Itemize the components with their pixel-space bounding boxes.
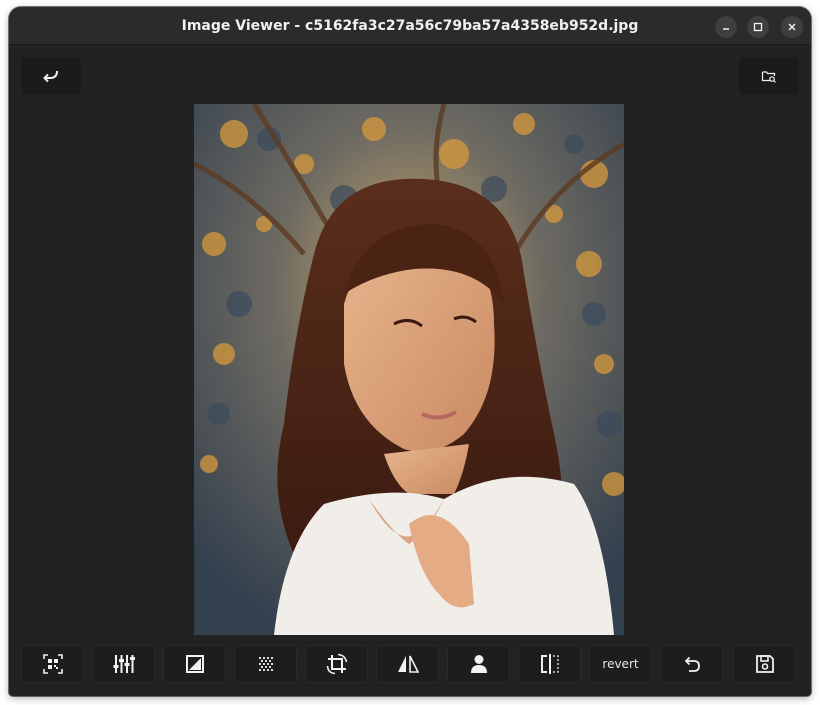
- qr-code-icon: [42, 654, 63, 674]
- maximize-button[interactable]: [747, 16, 769, 38]
- maximize-icon: [753, 22, 763, 32]
- dither-grid-icon: [258, 657, 273, 671]
- person-icon: [470, 655, 487, 673]
- save-icon: [755, 655, 774, 673]
- close-button[interactable]: [781, 16, 803, 38]
- image-content: [194, 104, 624, 635]
- compare-button[interactable]: [518, 645, 581, 683]
- bottom-toolbar: revert: [21, 645, 799, 685]
- undo-icon: [684, 656, 700, 672]
- photo-display: [194, 104, 624, 635]
- folder-search-icon: [761, 71, 776, 83]
- crop-rotate-icon: [326, 653, 347, 675]
- revert-button[interactable]: revert: [589, 645, 652, 683]
- crop-rotate-button[interactable]: [305, 645, 368, 683]
- minimize-icon: [723, 28, 729, 30]
- minimize-button[interactable]: [715, 16, 737, 38]
- qr-code-button[interactable]: [21, 645, 84, 683]
- flip-button[interactable]: [376, 645, 439, 683]
- save-button[interactable]: [733, 645, 796, 683]
- contrast-button[interactable]: [163, 645, 226, 683]
- title-bar[interactable]: Image Viewer - c5162fa3c27a56c79ba57a435…: [9, 7, 811, 45]
- image-viewer-window: Image Viewer - c5162fa3c27a56c79ba57a435…: [9, 7, 811, 696]
- close-icon: [788, 23, 796, 31]
- person-button[interactable]: [447, 645, 510, 683]
- back-button[interactable]: [21, 57, 81, 95]
- open-folder-button[interactable]: [739, 57, 799, 95]
- dither-button[interactable]: [234, 645, 297, 683]
- flip-horizontal-icon: [397, 655, 419, 673]
- adjustments-button[interactable]: [92, 645, 155, 683]
- adjust-sliders-icon: [113, 655, 135, 673]
- undo-button[interactable]: [660, 645, 723, 683]
- split-view-icon: [540, 654, 559, 674]
- return-arrow-icon: [43, 70, 58, 83]
- contrast-icon: [185, 655, 204, 673]
- window-title: Image Viewer - c5162fa3c27a56c79ba57a435…: [181, 18, 639, 34]
